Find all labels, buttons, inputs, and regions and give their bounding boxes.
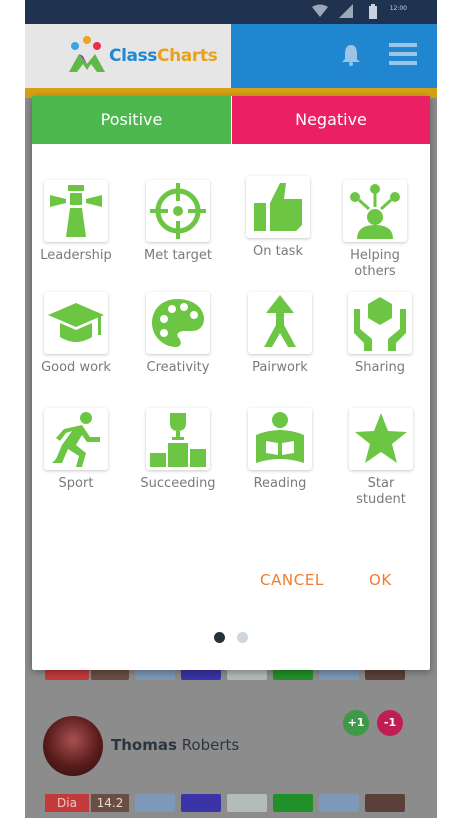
battery-icon (369, 4, 377, 19)
behaviour-creativity[interactable]: Creativity (138, 292, 218, 376)
graduation-cap-icon (48, 303, 104, 342)
behaviour-star-student[interactable]: Star student (341, 408, 421, 508)
pagination-dot-active[interactable] (214, 632, 225, 643)
behaviour-label: Pairwork (252, 360, 308, 375)
thumbs-up-icon (254, 183, 302, 231)
crosshair-icon (150, 183, 206, 239)
behaviour-label: Star student (356, 476, 406, 507)
status-time: 12:00 (389, 5, 407, 12)
reading-person-icon (256, 412, 304, 463)
merge-arrow-icon (264, 295, 296, 347)
behaviour-tabs: Positive Negative (32, 96, 430, 144)
tag-pill (319, 794, 359, 812)
behaviour-sharing[interactable]: Sharing (340, 292, 420, 376)
app-logo-text: ClassCharts (109, 46, 218, 66)
ok-button[interactable]: OK (369, 571, 392, 589)
behaviour-label: On task (253, 244, 303, 259)
behaviour-met-target[interactable]: Met target (138, 180, 218, 264)
behaviour-label: Met target (144, 248, 212, 263)
behaviour-label: Leadership (40, 248, 112, 263)
dia-tag: Dia (45, 794, 89, 812)
tab-positive[interactable]: Positive (32, 96, 231, 144)
pagination-dot[interactable] (237, 632, 248, 643)
bell-icon[interactable] (341, 44, 361, 66)
podium-trophy-icon (150, 413, 206, 467)
signal-icon (339, 4, 353, 18)
tab-negative[interactable]: Negative (232, 96, 430, 144)
behaviour-label: Creativity (146, 360, 210, 375)
negative-count-badge[interactable]: -1 (377, 710, 403, 736)
wifi-icon (312, 4, 328, 17)
behaviour-label: Helping others (350, 248, 400, 279)
student-avatar[interactable] (43, 716, 103, 776)
behaviour-label: Succeeding (140, 476, 216, 491)
tag-pill (365, 794, 405, 812)
palette-icon (152, 299, 204, 347)
tag-pill (181, 794, 221, 812)
hamburger-menu-icon[interactable] (389, 42, 417, 66)
behaviour-good-work[interactable]: Good work (36, 292, 116, 376)
status-bar: 12:00 (25, 0, 437, 24)
behaviour-helping-others[interactable]: Helping others (335, 180, 415, 280)
lighthouse-icon (50, 185, 102, 237)
runner-icon (52, 412, 100, 467)
classcharts-logo-icon (69, 36, 105, 72)
tag-pill (273, 794, 313, 812)
behaviour-label: Good work (41, 360, 111, 375)
student-name[interactable]: Thomas Roberts (111, 736, 239, 754)
behaviour-label: Sport (58, 476, 94, 491)
behaviour-succeeding[interactable]: Succeeding (138, 408, 218, 492)
network-person-icon (350, 184, 400, 239)
app-bar: ClassCharts (25, 24, 437, 88)
star-icon (355, 413, 407, 463)
behaviour-on-task[interactable]: On task (238, 176, 318, 260)
behaviour-label: Reading (253, 476, 307, 491)
logo-area: ClassCharts (25, 24, 231, 88)
behaviour-sport[interactable]: Sport (36, 408, 116, 492)
header-actions (231, 24, 437, 88)
hands-hexagon-icon (354, 297, 406, 351)
score-tag: 14.2 (91, 794, 129, 812)
behaviour-pairwork[interactable]: Pairwork (240, 292, 320, 376)
behaviour-leadership[interactable]: Leadership (36, 180, 116, 264)
behaviour-dialog: Positive Negative Leadership Met target … (32, 96, 430, 670)
behaviour-label: Sharing (355, 360, 405, 375)
tag-pill (135, 794, 175, 812)
positive-count-badge[interactable]: +1 (343, 710, 369, 736)
behaviour-reading[interactable]: Reading (240, 408, 320, 492)
cancel-button[interactable]: CANCEL (260, 571, 324, 589)
tag-pill (227, 794, 267, 812)
